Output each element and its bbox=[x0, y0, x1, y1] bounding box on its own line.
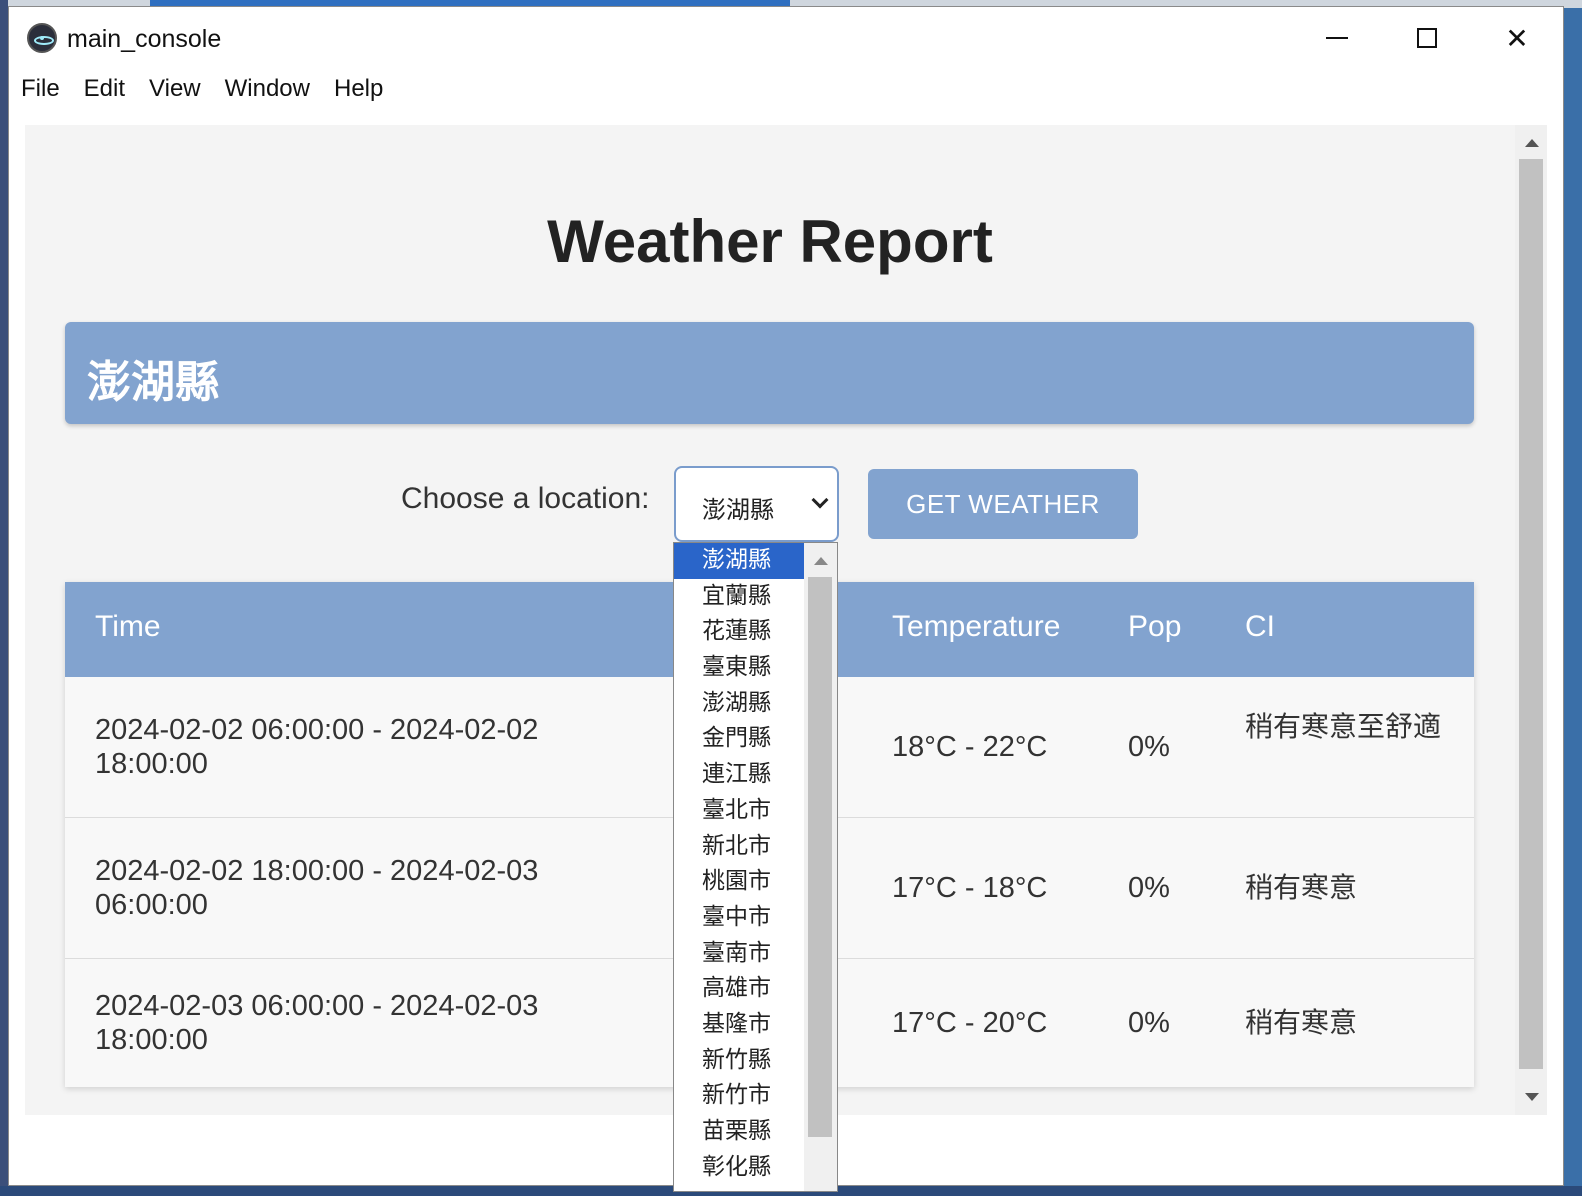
location-select[interactable]: 澎湖縣 bbox=[674, 466, 839, 542]
maximize-button[interactable] bbox=[1397, 17, 1457, 59]
location-banner: 澎湖縣 bbox=[65, 322, 1474, 424]
electron-app-icon bbox=[27, 23, 57, 53]
maximize-icon bbox=[1417, 28, 1437, 48]
window-title: main_console bbox=[67, 25, 222, 53]
header-temperature: Temperature bbox=[892, 610, 1061, 643]
minimize-icon bbox=[1326, 37, 1348, 39]
scroll-down-arrow-icon[interactable] bbox=[1525, 1093, 1539, 1101]
dropdown-options: 澎湖縣 宜蘭縣 花蓮縣 臺東縣 澎湖縣 金門縣 連江縣 臺北市 新北市 桃園市 臺中市 臺南市 高雄市基… bbox=[674, 543, 804, 1185]
menu-bar: File Edit View Window Help bbox=[9, 71, 395, 111]
dropdown-option[interactable]: 臺中市 bbox=[674, 900, 804, 936]
get-weather-button[interactable]: GET WEATHER bbox=[868, 469, 1138, 539]
page-scrollbar[interactable] bbox=[1515, 125, 1547, 1115]
close-button[interactable]: ✕ bbox=[1487, 17, 1547, 59]
menu-file[interactable]: File bbox=[9, 71, 72, 111]
cell-time: 2024-02-02 18:00:00 - 2024-02-03 06:00:0… bbox=[95, 855, 539, 921]
dropdown-option[interactable]: 澎湖縣 bbox=[674, 543, 804, 579]
dropdown-option[interactable]: 宜蘭縣 bbox=[674, 579, 804, 615]
cell-ci: 稍有寒意 bbox=[1245, 1006, 1358, 1039]
menu-help[interactable]: Help bbox=[322, 71, 395, 111]
scroll-thumb[interactable] bbox=[1519, 159, 1543, 1069]
dropdown-option[interactable]: 基隆市 bbox=[674, 1007, 804, 1043]
scroll-up-arrow-icon[interactable] bbox=[1525, 139, 1539, 147]
menu-edit[interactable]: Edit bbox=[72, 71, 137, 111]
header-time: Time bbox=[95, 610, 161, 643]
dropdown-scroll-thumb[interactable] bbox=[808, 577, 832, 1137]
cell-temperature: 17°C - 18°C bbox=[892, 872, 1048, 904]
cell-ci: 稍有寒意 bbox=[1245, 871, 1358, 904]
cell-pop: 0% bbox=[1128, 1007, 1170, 1039]
cell-temperature: 17°C - 20°C bbox=[892, 1007, 1048, 1039]
dropdown-option[interactable]: 金門縣 bbox=[674, 721, 804, 757]
dropdown-option[interactable]: 新北市 bbox=[674, 829, 804, 865]
menu-view[interactable]: View bbox=[137, 71, 213, 111]
dropdown-option[interactable]: 高雄市 bbox=[674, 971, 804, 1007]
desktop-left-strip bbox=[0, 0, 8, 1196]
cell-temperature: 18°C - 22°C bbox=[892, 731, 1048, 763]
location-dropdown-list: 澎湖縣 宜蘭縣 花蓮縣 臺東縣 澎湖縣 金門縣 連江縣 臺北市 新北市 桃園市 臺中市 臺南市 高雄市基… bbox=[673, 542, 838, 1192]
location-select-value: 澎湖縣 bbox=[702, 496, 774, 524]
dropdown-option[interactable]: 桃園市 bbox=[674, 864, 804, 900]
cell-ci: 稍有寒意至舒適 bbox=[1245, 710, 1442, 743]
dropdown-option[interactable]: 花蓮縣 bbox=[674, 614, 804, 650]
header-ci: CI bbox=[1245, 610, 1275, 643]
dropdown-scrollbar[interactable] bbox=[804, 543, 837, 1191]
dropdown-option[interactable]: 澎湖縣 bbox=[674, 686, 804, 722]
cell-pop: 0% bbox=[1128, 872, 1170, 904]
dropdown-option[interactable]: 苗栗縣 bbox=[674, 1114, 804, 1150]
close-icon: ✕ bbox=[1505, 21, 1529, 55]
title-bar[interactable]: main_console ✕ bbox=[9, 7, 1563, 67]
page-title: Weather Report bbox=[547, 208, 993, 275]
cell-pop: 0% bbox=[1128, 731, 1170, 763]
chevron-down-icon bbox=[811, 491, 829, 509]
dropdown-option[interactable]: 連江縣 bbox=[674, 757, 804, 793]
location-name: 澎湖縣 bbox=[87, 357, 219, 408]
dropdown-option[interactable]: 臺南市 bbox=[674, 936, 804, 972]
choose-location-label: Choose a location: bbox=[401, 482, 650, 515]
cell-time: 2024-02-03 06:00:00 - 2024-02-03 18:00:0… bbox=[95, 990, 539, 1056]
dropdown-option[interactable]: 彰化縣 bbox=[674, 1150, 804, 1186]
minimize-button[interactable] bbox=[1307, 17, 1367, 59]
dropdown-option[interactable]: 新竹縣 bbox=[674, 1043, 804, 1079]
dropdown-option[interactable]: 新竹市 bbox=[674, 1078, 804, 1114]
menu-window[interactable]: Window bbox=[213, 71, 322, 111]
dropdown-option[interactable]: 臺北市 bbox=[674, 793, 804, 829]
dropdown-scroll-up-icon[interactable] bbox=[814, 557, 828, 565]
cell-time: 2024-02-02 06:00:00 - 2024-02-02 18:00:0… bbox=[95, 714, 539, 780]
dropdown-option[interactable]: 臺東縣 bbox=[674, 650, 804, 686]
header-pop: Pop bbox=[1128, 610, 1182, 643]
